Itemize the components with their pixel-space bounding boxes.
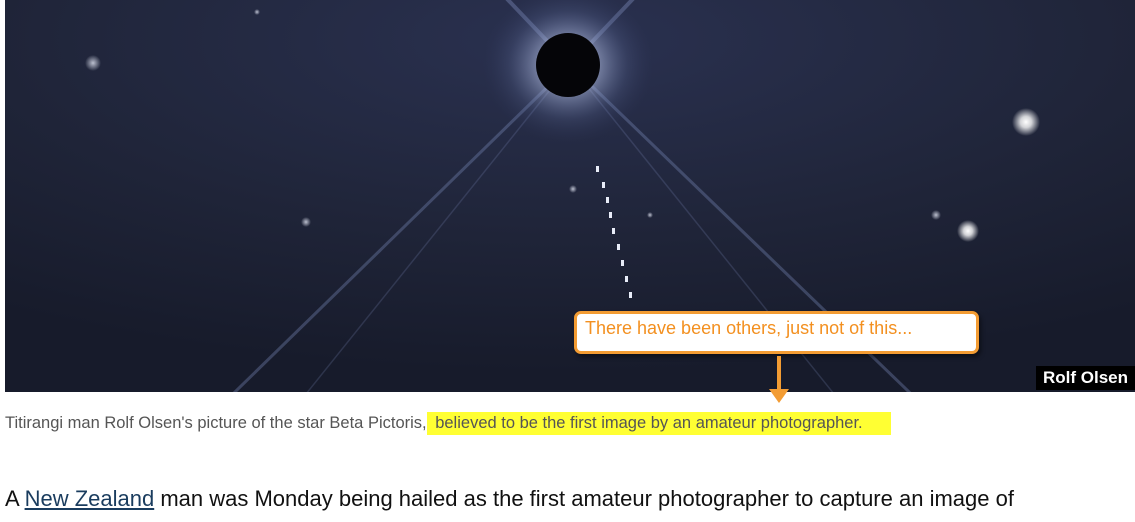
callout-arrow-shaft (777, 356, 781, 391)
photo-caption: Titirangi man Rolf Olsen's picture of th… (5, 412, 891, 435)
caption-text: Titirangi man Rolf Olsen's picture of th… (5, 414, 427, 432)
annotation-callout: There have been others, just not of this… (574, 311, 979, 354)
caption-highlight: believed to be the first image by an ama… (426, 412, 891, 435)
lead-suffix: man was Monday being hailed as the first… (154, 486, 1014, 511)
callout-arrow-head-icon (769, 389, 789, 403)
occulting-disk (536, 33, 600, 97)
new-zealand-link[interactable]: New Zealand (25, 486, 155, 511)
photo-credit: Rolf Olsen (1035, 366, 1135, 390)
article-lead: A New Zealand man was Monday being haile… (5, 484, 1014, 514)
lead-prefix: A (5, 486, 25, 511)
